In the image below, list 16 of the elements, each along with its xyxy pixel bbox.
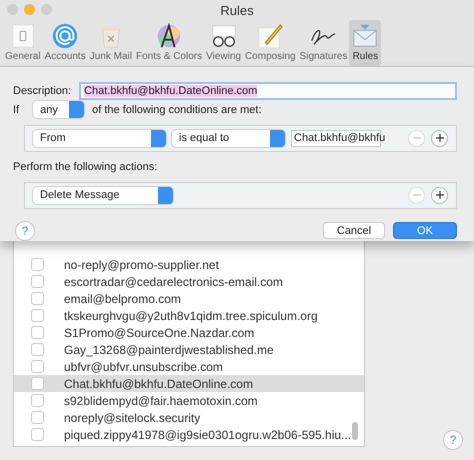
conditions-label: of the following conditions are met: xyxy=(92,104,262,116)
email-address: S1Promo@SourceOne.Nazdar.com xyxy=(64,326,254,340)
description-label: Description: xyxy=(13,84,72,97)
email-address: ubfvr@ubfvr.unsubscribe.com xyxy=(64,360,223,374)
email-address: noreply@sitelock.security xyxy=(64,410,200,424)
email-address: s92blidempyd@fair.haemotoxin.com xyxy=(64,394,258,408)
email-address: no-reply@promo-supplier.net xyxy=(64,258,219,272)
actions-label: Perform the following actions: xyxy=(13,161,158,174)
email-address: escortradar@cedarelectronics-email.com xyxy=(64,274,283,288)
email-address: tkskeurghvgu@y2uth8v1qidm.tree.spiculum.org xyxy=(64,308,318,322)
window-title: Rules xyxy=(220,2,254,18)
if-label: If xyxy=(13,104,20,116)
email-address: email@belpromo.com xyxy=(64,292,181,306)
email-address: Gay_13268@painterdjwestablished.me xyxy=(64,342,274,356)
email-address: Chat.bkhfu@bkhfu.DateOnline.com xyxy=(64,376,253,390)
email-address: piqued.zippy41978@ig9sie0301ogru.w2b06-595.hiu... xyxy=(64,428,352,442)
